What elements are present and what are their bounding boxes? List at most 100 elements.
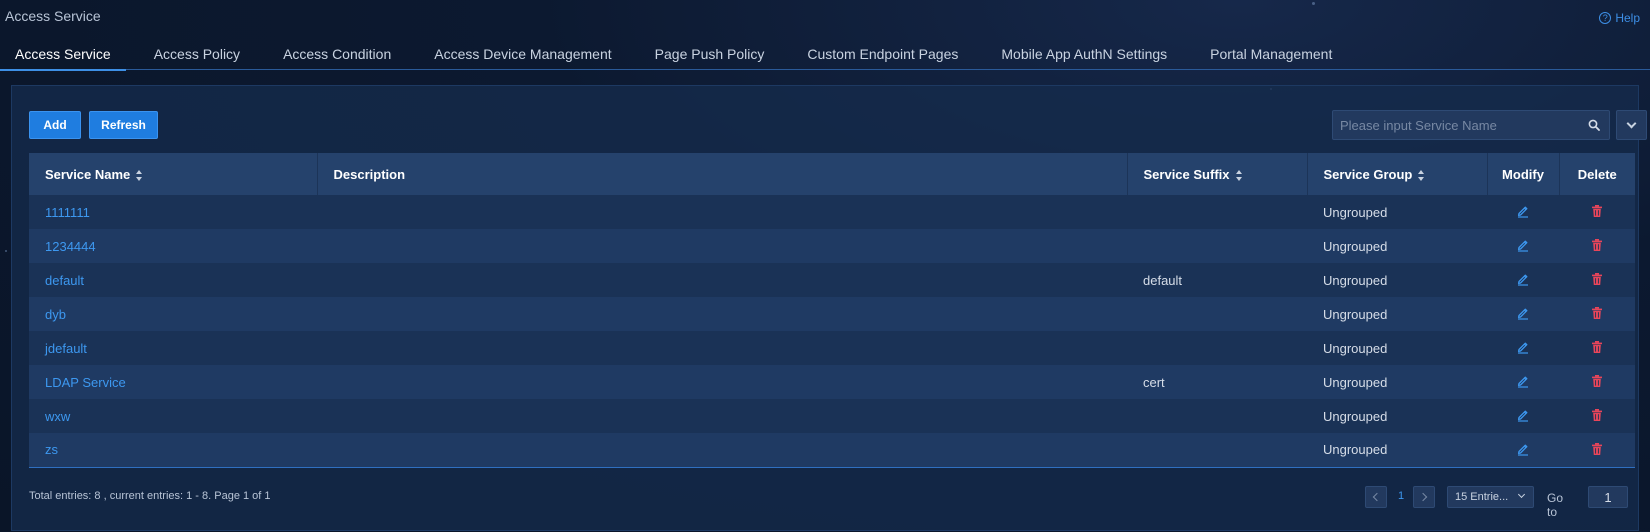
delete-cell	[1559, 399, 1635, 433]
modify-cell	[1487, 331, 1559, 365]
service-name-link[interactable]: 1234444	[45, 239, 96, 254]
tab-custom-endpoint-pages[interactable]: Custom Endpoint Pages	[792, 42, 973, 70]
delete-cell	[1559, 433, 1635, 468]
trash-icon[interactable]	[1590, 374, 1604, 388]
column-header-service-name[interactable]: Service Name	[29, 153, 318, 195]
tab-bar: Access Service Access Policy Access Cond…	[0, 42, 1650, 71]
tab-access-service[interactable]: Access Service	[0, 42, 126, 71]
service-group-cell: Ungrouped	[1307, 331, 1487, 365]
trash-icon[interactable]	[1590, 408, 1604, 422]
column-header-description: Description	[317, 153, 1128, 195]
service-group-cell: Ungrouped	[1307, 399, 1487, 433]
table-row: 1234444 Ungrouped	[29, 229, 1635, 263]
service-suffix-cell	[1127, 297, 1307, 331]
table-row: default default Ungrouped	[29, 263, 1635, 297]
table-row: dyb Ungrouped	[29, 297, 1635, 331]
edit-icon[interactable]	[1516, 340, 1530, 354]
service-name-cell: 1111111	[29, 195, 317, 229]
table-header-row: Service Name Description Service Suffix …	[29, 153, 1635, 195]
tab-access-condition[interactable]: Access Condition	[268, 42, 406, 70]
search-box	[1332, 110, 1610, 140]
page-size-value: 15 Entrie...	[1455, 491, 1509, 503]
previous-page-button[interactable]	[1365, 486, 1387, 508]
add-button[interactable]: Add	[29, 111, 81, 139]
service-group-cell: Ungrouped	[1307, 433, 1487, 468]
modify-cell	[1487, 399, 1559, 433]
service-group-cell: Ungrouped	[1307, 365, 1487, 399]
search-options-dropdown[interactable]	[1616, 110, 1647, 140]
chevron-down-icon	[1626, 118, 1637, 129]
service-suffix-cell	[1127, 229, 1307, 263]
table-row: wxw Ungrouped	[29, 399, 1635, 433]
modify-cell	[1487, 297, 1559, 331]
sort-icon[interactable]	[1235, 169, 1243, 181]
service-group-cell: Ungrouped	[1307, 297, 1487, 331]
service-suffix-cell	[1127, 195, 1307, 229]
service-name-cell: dyb	[29, 297, 317, 331]
edit-icon[interactable]	[1516, 442, 1530, 456]
edit-icon[interactable]	[1516, 408, 1530, 422]
edit-icon[interactable]	[1516, 272, 1530, 286]
sort-icon[interactable]	[136, 169, 143, 181]
trash-icon[interactable]	[1590, 238, 1604, 252]
next-page-button[interactable]	[1413, 486, 1435, 508]
edit-icon[interactable]	[1516, 204, 1530, 218]
service-name-link[interactable]: dyb	[45, 307, 66, 322]
refresh-button[interactable]: Refresh	[89, 111, 158, 139]
service-suffix-cell	[1127, 433, 1307, 468]
tab-mobile-app-authn-settings[interactable]: Mobile App AuthN Settings	[986, 42, 1182, 70]
sort-icon[interactable]	[1418, 169, 1425, 181]
background-star	[5, 250, 7, 252]
tab-access-policy[interactable]: Access Policy	[139, 42, 255, 70]
service-name-cell: wxw	[29, 399, 317, 433]
description-cell	[317, 297, 1127, 331]
service-group-cell: Ungrouped	[1307, 229, 1487, 263]
service-name-cell: LDAP Service	[29, 365, 317, 399]
description-cell	[317, 331, 1127, 365]
modify-cell	[1487, 229, 1559, 263]
table-row: jdefault Ungrouped	[29, 331, 1635, 365]
tab-portal-management[interactable]: Portal Management	[1195, 42, 1347, 70]
trash-icon[interactable]	[1590, 306, 1604, 320]
service-name-cell: zs	[29, 433, 317, 468]
content-panel: Add Refresh Service Name Description Ser…	[11, 85, 1647, 531]
chevron-down-icon	[1517, 490, 1526, 499]
trash-icon[interactable]	[1590, 442, 1604, 456]
table-row: 1111111 Ungrouped	[29, 195, 1635, 229]
column-header-service-suffix[interactable]: Service Suffix	[1127, 153, 1308, 195]
service-name-link[interactable]: zs	[45, 442, 58, 457]
trash-icon[interactable]	[1590, 272, 1604, 286]
delete-cell	[1559, 195, 1635, 229]
service-name-link[interactable]: wxw	[45, 409, 70, 424]
search-icon[interactable]	[1588, 119, 1600, 131]
column-header-service-group[interactable]: Service Group	[1307, 153, 1488, 195]
column-header-modify: Modify	[1487, 153, 1560, 195]
service-name-link[interactable]: jdefault	[45, 341, 87, 356]
help-link[interactable]: ? Help	[1599, 11, 1640, 25]
delete-cell	[1559, 365, 1635, 399]
service-name-link[interactable]: default	[45, 273, 84, 288]
tab-access-device-management[interactable]: Access Device Management	[419, 42, 626, 70]
page-number-1[interactable]: 1	[1398, 490, 1404, 502]
description-cell	[317, 263, 1127, 297]
service-name-link[interactable]: 1111111	[45, 205, 90, 220]
page-title: Access Service	[5, 8, 101, 24]
edit-icon[interactable]	[1516, 306, 1530, 320]
service-name-cell: jdefault	[29, 331, 317, 365]
edit-icon[interactable]	[1516, 374, 1530, 388]
column-header-delete: Delete	[1559, 153, 1635, 195]
description-cell	[317, 229, 1127, 263]
trash-icon[interactable]	[1590, 204, 1604, 218]
service-name-link[interactable]: LDAP Service	[45, 375, 126, 390]
goto-page-input[interactable]	[1588, 486, 1628, 508]
chevron-right-icon	[1418, 492, 1428, 502]
goto-label: Go to	[1547, 491, 1564, 519]
modify-cell	[1487, 195, 1559, 229]
tab-page-push-policy[interactable]: Page Push Policy	[640, 42, 780, 70]
help-icon: ?	[1599, 12, 1612, 24]
edit-icon[interactable]	[1516, 238, 1530, 252]
trash-icon[interactable]	[1590, 340, 1604, 354]
page-size-select[interactable]: 15 Entrie...	[1447, 486, 1534, 508]
delete-cell	[1559, 331, 1635, 365]
search-input[interactable]	[1333, 111, 1573, 139]
